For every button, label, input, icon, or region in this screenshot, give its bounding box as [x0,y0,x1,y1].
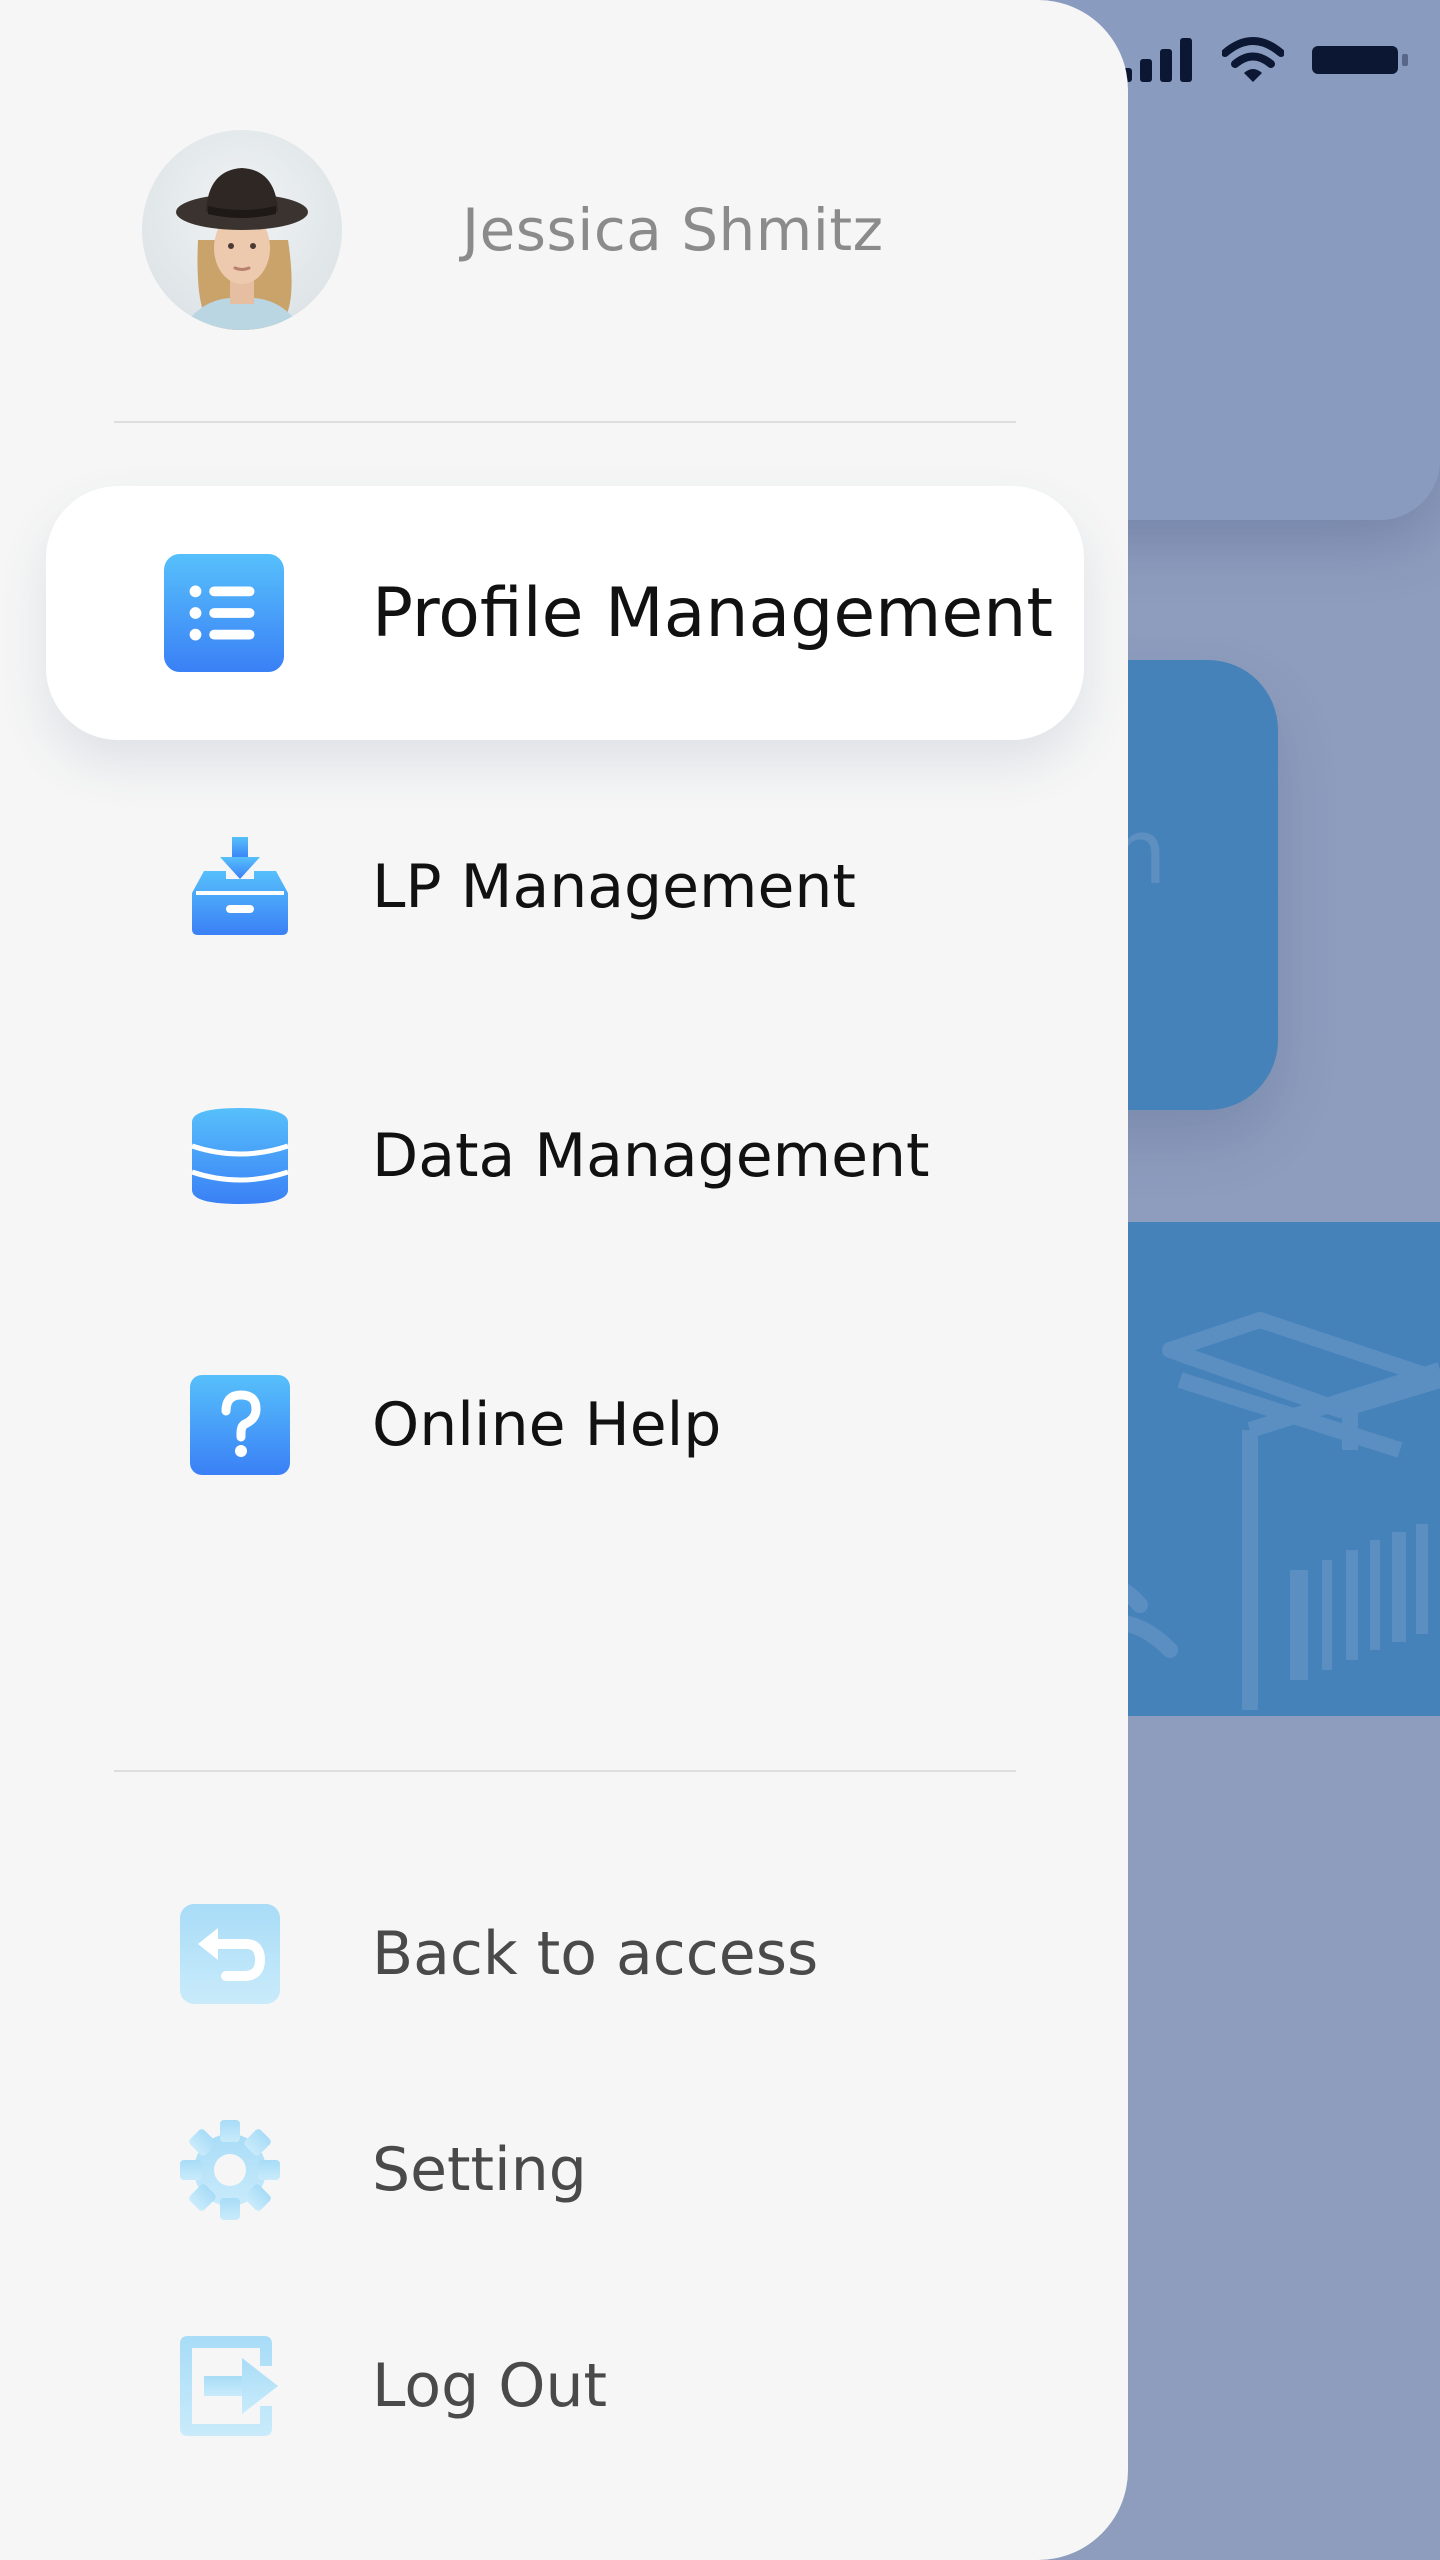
logout-icon [180,2336,280,2436]
menu-item-label: Online Help [372,1390,722,1460]
menu-item-data-management[interactable]: Data Management [46,1029,1084,1283]
navigation-drawer: Jessica Shmitz Profile Management LP Man… [0,0,1128,2560]
signal-bars-icon [1120,38,1192,82]
database-icon [180,1096,300,1216]
menu-item-label: Setting [372,2135,587,2205]
user-avatar[interactable] [142,130,342,330]
avatar-portrait [176,168,308,330]
list-icon [164,553,284,673]
back-arrow-icon [180,1904,280,2004]
menu-item-online-help[interactable]: Online Help [46,1298,1084,1552]
battery-icon [1312,46,1408,74]
inbox-download-icon [180,827,300,947]
menu-item-back-to-access[interactable]: Back to access [46,1884,1084,2024]
menu-item-label: Data Management [372,1121,930,1191]
menu-item-label: Log Out [372,2351,608,2421]
menu-item-profile-management[interactable]: Profile Management [46,486,1084,740]
menu-item-lp-management[interactable]: LP Management [46,760,1084,1014]
profile-header[interactable]: Jessica Shmitz [142,130,1012,330]
status-bar [1120,30,1420,90]
divider [114,1770,1016,1772]
menu-item-label: Back to access [372,1919,819,1989]
menu-item-setting[interactable]: Setting [46,2100,1084,2240]
divider [114,421,1016,423]
profile-name: Jessica Shmitz [462,196,884,264]
menu-item-log-out[interactable]: Log Out [46,2316,1084,2456]
question-icon [180,1365,300,1485]
gear-icon [180,2120,280,2220]
wifi-icon [1222,37,1284,82]
menu-item-label: Profile Management [372,573,1053,653]
menu-item-label: LP Management [372,852,856,922]
